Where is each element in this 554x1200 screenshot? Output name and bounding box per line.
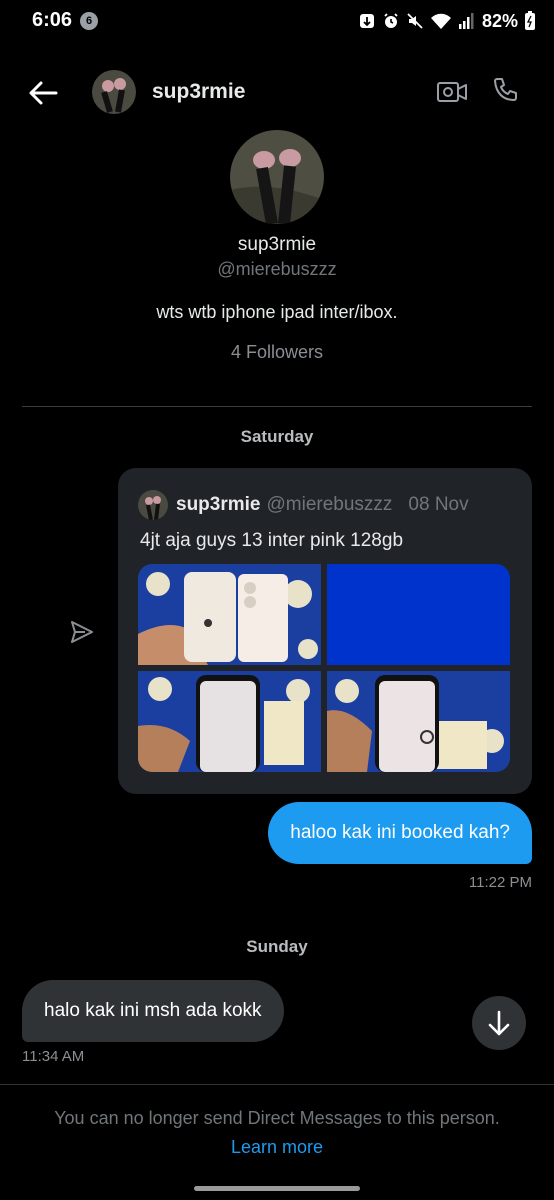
tweet-media-grid (138, 564, 510, 772)
data-saver-icon (359, 14, 374, 28)
share-button[interactable] (68, 618, 96, 646)
dm-restricted-notice: You can no longer send Direct Messages t… (54, 1108, 500, 1128)
tweet-header: sup3rmie @mierebuszzz 08 Nov (138, 490, 469, 520)
chat-header: sup3rmie (0, 60, 554, 124)
tweet-author-avatar (138, 490, 168, 520)
send-icon (71, 621, 93, 643)
sent-message-time: 11:22 PM (468, 874, 532, 891)
profile-handle: @mierebuszzz (217, 259, 337, 279)
profile-name: sup3rmie (237, 234, 317, 255)
header-username[interactable]: sup3rmie (152, 80, 245, 104)
footer-divider (0, 1084, 554, 1085)
status-time: 6:06 (32, 9, 73, 31)
battery-icon (525, 11, 535, 30)
signal-icon (458, 13, 474, 29)
sent-message-bubble[interactable]: haloo kak ini booked kah? (268, 802, 532, 864)
phone-icon (494, 78, 517, 101)
divider (22, 406, 532, 407)
video-call-button[interactable] (436, 78, 468, 106)
received-message-bubble[interactable]: halo kak ini msh ada kokk (22, 980, 284, 1042)
back-arrow-icon (29, 81, 58, 105)
profile-avatar[interactable] (230, 130, 324, 224)
tweet-author-name: sup3rmie (176, 494, 261, 515)
profile-followers[interactable]: 4 Followers (0, 342, 554, 363)
tweet-text: 4jt aja guys 13 inter pink 128gb (140, 530, 404, 551)
mute-icon (407, 13, 423, 29)
tweet-image-4[interactable] (327, 671, 510, 772)
shared-tweet-card[interactable]: sup3rmie @mierebuszzz 08 Nov 4jt aja guy… (118, 468, 532, 794)
profile-bio: wts wtb iphone ipad inter/ibox. (156, 302, 398, 322)
tweet-date: 08 Nov (408, 494, 469, 515)
status-bar: 6:06 6 82% (0, 0, 554, 44)
tweet-author-handle: @mierebuszzz (266, 494, 393, 515)
learn-more-link[interactable]: Learn more (0, 1137, 554, 1158)
home-indicator[interactable] (194, 1186, 360, 1191)
notification-count-badge: 6 (80, 12, 98, 30)
tweet-image-2[interactable] (327, 564, 510, 665)
day-separator-sunday: Sunday (246, 937, 308, 956)
alarm-icon (384, 13, 398, 28)
wifi-icon (430, 13, 451, 29)
header-avatar[interactable] (92, 70, 136, 114)
back-button[interactable] (26, 78, 60, 108)
status-icons: 82% (358, 8, 536, 34)
tweet-image-1[interactable] (138, 564, 321, 665)
tweet-image-3[interactable] (138, 671, 321, 772)
arrow-down-icon (488, 1010, 510, 1036)
received-message-time: 11:34 AM (22, 1048, 85, 1065)
voice-call-button[interactable] (490, 76, 520, 106)
video-camera-icon (437, 82, 467, 102)
day-separator-saturday: Saturday (240, 427, 314, 446)
scroll-to-bottom-button[interactable] (472, 996, 526, 1050)
battery-level: 82% (481, 10, 518, 31)
